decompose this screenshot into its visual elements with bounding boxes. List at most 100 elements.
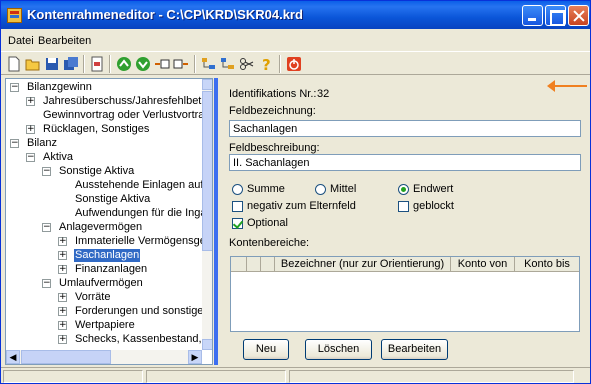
tree-item-label: Schecks, Kassenbestand, Bund	[75, 333, 212, 345]
tree-item-label: Sonstige Aktiva	[59, 165, 135, 177]
tree-item-label: Vorräte	[75, 291, 111, 303]
expand-icon[interactable]: +	[58, 237, 67, 246]
checkbox-negativ-label: negativ zum Elternfeld	[247, 200, 356, 212]
account-tree[interactable]: − Bilanzgewinn + Jahresüberschuss/Jahresfeh…	[5, 78, 213, 365]
menu-datei[interactable]: Datei	[8, 35, 34, 47]
feldbezeichnung-label: Feldbezeichnung:	[229, 105, 316, 117]
expand-icon[interactable]: +	[58, 293, 67, 302]
tree-item-label: Sachanlagen	[74, 249, 141, 262]
expand-icon[interactable]: +	[58, 321, 67, 330]
expand-icon[interactable]: +	[26, 97, 35, 106]
bearbeiten-button[interactable]: Bearbeiten	[381, 339, 448, 360]
expand-icon[interactable]: +	[26, 125, 35, 134]
scroll-right-icon[interactable]: ▶	[188, 350, 202, 364]
tree-item-label: Sonstige Aktiva	[75, 193, 151, 205]
feldbeschreibung-field[interactable]: II. Sachanlagen	[229, 154, 581, 171]
page-icon[interactable]	[89, 56, 105, 72]
expand-icon[interactable]: +	[58, 251, 67, 260]
scroll-thumb[interactable]	[202, 91, 212, 251]
feldbezeichnung-field[interactable]: Sachanlagen	[229, 120, 581, 137]
tree-item-label: Gewinnvortrag oder Verlustvortrag	[43, 109, 211, 121]
radio-summe[interactable]	[232, 184, 243, 195]
radio-summe-label: Summe	[247, 183, 285, 195]
tree-vertical-scrollbar[interactable]	[202, 79, 212, 350]
tree-item-label: Aufwendungen für die Ingangs	[75, 207, 213, 219]
grid-col-konto-von[interactable]: Konto von	[451, 257, 515, 272]
radio-mittel-label: Mittel	[330, 183, 357, 195]
tree-item-label: Ausstehende Einlagen auf das	[75, 179, 213, 191]
id-label: Identifikations Nr.:	[229, 88, 317, 100]
radio-mittel[interactable]	[315, 184, 326, 195]
annotation-arrow	[547, 80, 587, 92]
feldbeschreibung-label: Feldbeschreibung:	[229, 142, 320, 154]
neu-button[interactable]: Neu	[243, 339, 289, 360]
checkbox-optional[interactable]	[232, 218, 243, 229]
save-all-icon[interactable]	[63, 56, 79, 72]
status-bar	[1, 367, 590, 383]
radio-endwert[interactable]	[398, 184, 409, 195]
loeschen-button[interactable]: Löschen	[305, 339, 372, 360]
tree-item-label: Immaterielle Vermögensgegens	[75, 235, 212, 247]
help-icon[interactable]: ?	[259, 56, 275, 72]
checkbox-negativ[interactable]	[232, 201, 243, 212]
tree-collapse-icon[interactable]	[220, 56, 236, 72]
scissors-icon[interactable]	[239, 56, 255, 72]
minimize-button[interactable]	[522, 5, 543, 26]
grid-col-1[interactable]	[247, 257, 261, 272]
maximize-button[interactable]	[545, 5, 566, 26]
tree-item-label: Forderungen und sonstige Verm	[75, 305, 212, 317]
status-panel-2	[146, 370, 286, 383]
window-title: Kontenrahmeneditor - C:\CP\KRD\SKR04.krd	[27, 7, 303, 22]
grid-col-2[interactable]	[261, 257, 275, 272]
checkbox-optional-label: Optional	[247, 217, 288, 229]
expand-icon[interactable]: +	[58, 307, 67, 316]
scroll-up-icon[interactable]	[202, 79, 212, 90]
menu-bearbeiten[interactable]: Bearbeiten	[38, 35, 91, 47]
grid-header: Bezeichner (nur zur Orientierung) Konto …	[231, 257, 579, 272]
grid-col-0[interactable]	[231, 257, 247, 272]
checkbox-geblockt-label: geblockt	[413, 200, 454, 212]
collapse-icon[interactable]: −	[10, 139, 19, 148]
insert-after-icon[interactable]	[173, 56, 189, 72]
toolbar: ?	[1, 51, 590, 75]
pane-splitter[interactable]	[214, 78, 218, 365]
tree-item-label: Wertpapiere	[75, 319, 135, 331]
checkbox-geblockt[interactable]	[398, 201, 409, 212]
tree-item-label: Aktiva	[43, 151, 73, 163]
expand-icon[interactable]: +	[58, 265, 67, 274]
status-panel-3	[289, 370, 574, 383]
open-icon[interactable]	[25, 56, 41, 72]
menu-bar: Datei Bearbeiten	[1, 32, 590, 50]
down-icon[interactable]	[135, 56, 151, 72]
tree-item-label: Bilanzgewinn	[27, 81, 92, 93]
tree-item-label: Bilanz	[27, 137, 57, 149]
collapse-icon[interactable]: −	[10, 83, 19, 92]
status-panel-1	[3, 370, 143, 383]
grid-col-konto-bis[interactable]: Konto bis	[515, 257, 579, 272]
radio-endwert-label: Endwert	[413, 183, 454, 195]
insert-before-icon[interactable]	[154, 56, 170, 72]
up-icon[interactable]	[116, 56, 132, 72]
app-window: Kontenrahmeneditor - C:\CP\KRD\SKR04.krd…	[0, 0, 591, 384]
tree-horizontal-scrollbar[interactable]: ◀ ▶	[6, 350, 202, 364]
exit-icon[interactable]	[286, 56, 302, 72]
save-icon[interactable]	[44, 56, 60, 72]
scroll-thumb-horizontal[interactable]	[21, 350, 111, 364]
tree-item-label: Anlagevermögen	[59, 221, 143, 233]
kontenbereiche-grid[interactable]: Bezeichner (nur zur Orientierung) Konto …	[230, 256, 580, 332]
new-icon[interactable]	[6, 56, 22, 72]
collapse-icon[interactable]: −	[42, 279, 51, 288]
grid-col-bezeichner[interactable]: Bezeichner (nur zur Orientierung)	[275, 257, 451, 272]
title-bar[interactable]: Kontenrahmeneditor - C:\CP\KRD\SKR04.krd	[1, 1, 590, 29]
tree-item-label: Finanzanlagen	[75, 263, 148, 275]
tree-item-label: Jahresüberschuss/Jahresfehlbetrag	[43, 95, 213, 107]
collapse-icon[interactable]: −	[42, 223, 51, 232]
collapse-icon[interactable]: −	[42, 167, 51, 176]
expand-icon[interactable]: +	[58, 335, 67, 344]
collapse-icon[interactable]: −	[26, 153, 35, 162]
scroll-left-icon[interactable]: ◀	[6, 350, 20, 364]
close-button[interactable]	[568, 5, 589, 26]
tree-item-label: Umlaufvermögen	[59, 277, 143, 289]
scroll-down-icon[interactable]	[202, 339, 212, 350]
tree-expand-icon[interactable]	[201, 56, 217, 72]
